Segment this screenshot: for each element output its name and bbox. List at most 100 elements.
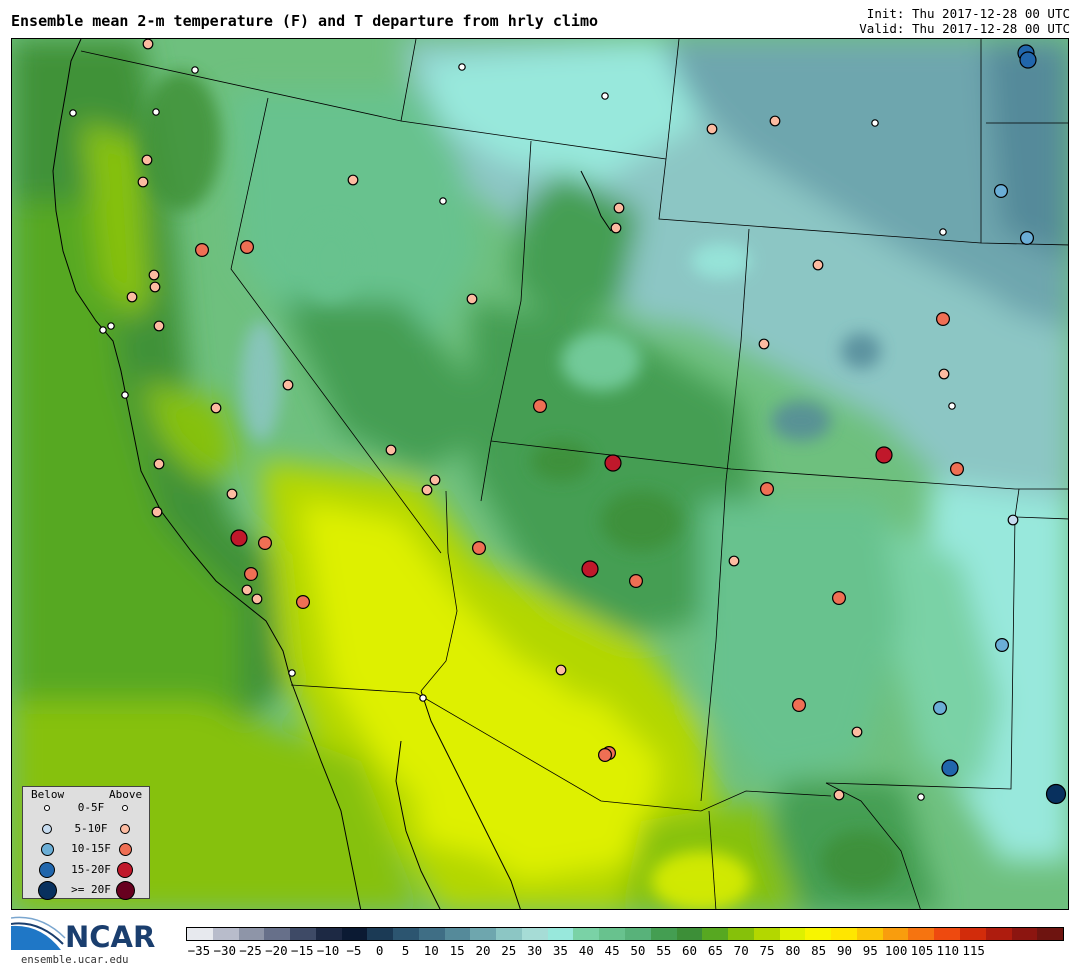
station-marker — [288, 669, 296, 677]
colorbar-segment — [805, 928, 832, 940]
station-marker — [728, 555, 740, 567]
colorbar-tick-label: −15 — [290, 943, 314, 958]
legend-range-label: 10-15F — [71, 842, 111, 855]
station-marker — [932, 700, 947, 715]
station-marker — [258, 535, 273, 550]
colorbar-tick-label: 60 — [682, 943, 698, 958]
station-marker — [419, 694, 427, 702]
legend-above-dot — [118, 842, 132, 856]
station-marker — [347, 174, 359, 186]
station-marker — [226, 488, 238, 500]
station-marker — [439, 197, 447, 205]
station-marker — [851, 726, 863, 738]
colorbar-segment — [882, 928, 909, 940]
colorbar-segment — [728, 928, 754, 940]
temperature-colorbar — [186, 927, 1064, 941]
station-marker — [994, 637, 1009, 652]
station-marker — [833, 789, 845, 801]
legend-row: 15-20F — [23, 860, 149, 880]
station-marker — [613, 202, 625, 214]
legend-above-dot — [117, 861, 133, 878]
station-marker — [152, 108, 160, 116]
station-marker — [240, 240, 255, 255]
station-marker — [875, 446, 893, 464]
legend-below-dot — [42, 823, 52, 834]
legend-range-label: >= 20F — [71, 883, 111, 896]
colorbar-segment — [264, 928, 291, 940]
colorbar-tick-label: 110 — [936, 943, 960, 958]
colorbar-tick-label: 90 — [836, 943, 853, 958]
station-marker — [153, 320, 165, 332]
legend-row: 10-15F — [23, 839, 149, 859]
colorbar-tick-label: 100 — [884, 943, 908, 958]
colorbar-segment — [418, 928, 445, 940]
station-marker — [107, 322, 115, 330]
colorbar-tick-label: 80 — [785, 943, 801, 958]
station-marker — [604, 454, 622, 472]
colorbar-tick-label: 70 — [733, 943, 749, 958]
station-marker — [935, 312, 950, 327]
colorbar-segment — [625, 928, 651, 940]
station-marker — [69, 109, 77, 117]
colorbar-tick-label: 85 — [811, 943, 827, 958]
station-marker — [581, 560, 599, 578]
station-marker — [244, 566, 259, 581]
colorbar-tick-label: 45 — [604, 943, 620, 958]
colorbar-segment — [573, 928, 600, 940]
colorbar-tick-label: 20 — [475, 943, 491, 958]
map-canvas — [12, 39, 1068, 909]
station-marker — [706, 123, 718, 135]
station-marker — [941, 759, 959, 777]
station-marker — [555, 664, 567, 676]
legend-row: 5-10F — [23, 819, 149, 839]
colorbar-segment — [470, 928, 497, 940]
legend-row: 0-5F — [23, 798, 149, 818]
colorbar-ticks: −35 −30 −25 −20 −15 −10 −5 0 5 10 15 20 25 30 35 40 45 50… — [186, 943, 1064, 959]
colorbar-tick-label: 65 — [707, 943, 723, 958]
legend-above-dot — [122, 805, 128, 811]
legend-range-label: 5-10F — [74, 821, 108, 835]
station-marker — [141, 154, 153, 166]
station-marker — [149, 281, 161, 293]
station-marker — [1019, 231, 1034, 246]
colorbar-tick-label: −35 — [187, 943, 211, 958]
station-marker — [1007, 514, 1019, 526]
legend-range-label: 0-5F — [77, 801, 105, 814]
station-marker — [230, 529, 248, 547]
ensemble-url: ensemble.ucar.edu — [21, 954, 129, 966]
legend-below-dot — [44, 805, 50, 811]
colorbar-tick-label: −30 — [213, 943, 237, 958]
station-marker — [601, 92, 609, 100]
station-marker — [948, 402, 956, 410]
time-labels: Init: Thu 2017-12-28 00 UTC Valid: Thu 2… — [859, 6, 1070, 36]
colorbar-segment — [856, 928, 883, 940]
colorbar-tick-label: 105 — [910, 943, 934, 958]
colorbar-tick-label: 95 — [862, 943, 878, 958]
station-marker — [812, 259, 824, 271]
colorbar-segment — [521, 928, 548, 940]
colorbar-segment — [315, 928, 342, 940]
legend-below-dot — [39, 861, 55, 878]
station-marker — [251, 593, 263, 605]
colorbar-segment — [238, 928, 265, 940]
station-marker — [421, 484, 433, 496]
ncar-logo: NCAR ensemble.ucar.edu — [11, 914, 171, 970]
colorbar-segment — [444, 928, 471, 940]
station-marker — [532, 399, 547, 414]
colorbar-tick-label: −5 — [346, 943, 362, 958]
station-marker — [871, 119, 879, 127]
colorbar-tick-label: 5 — [401, 943, 410, 958]
colorbar-tick-label: 50 — [630, 943, 646, 958]
colorbar-segment — [1011, 928, 1038, 940]
colorbar-segment — [212, 928, 239, 940]
station-marker — [142, 39, 154, 50]
init-time: Init: Thu 2017-12-28 00 UTC — [866, 6, 1070, 21]
station-marker — [296, 594, 311, 609]
colorbar-tick-label: 0 — [375, 943, 384, 958]
station-marker — [241, 584, 253, 596]
station-marker — [949, 462, 964, 477]
colorbar-segment — [959, 928, 986, 940]
station-marker — [993, 184, 1008, 199]
map-title: Ensemble mean 2-m temperature (F) and T … — [11, 12, 598, 30]
colorbar-tick-label: −10 — [316, 943, 340, 958]
